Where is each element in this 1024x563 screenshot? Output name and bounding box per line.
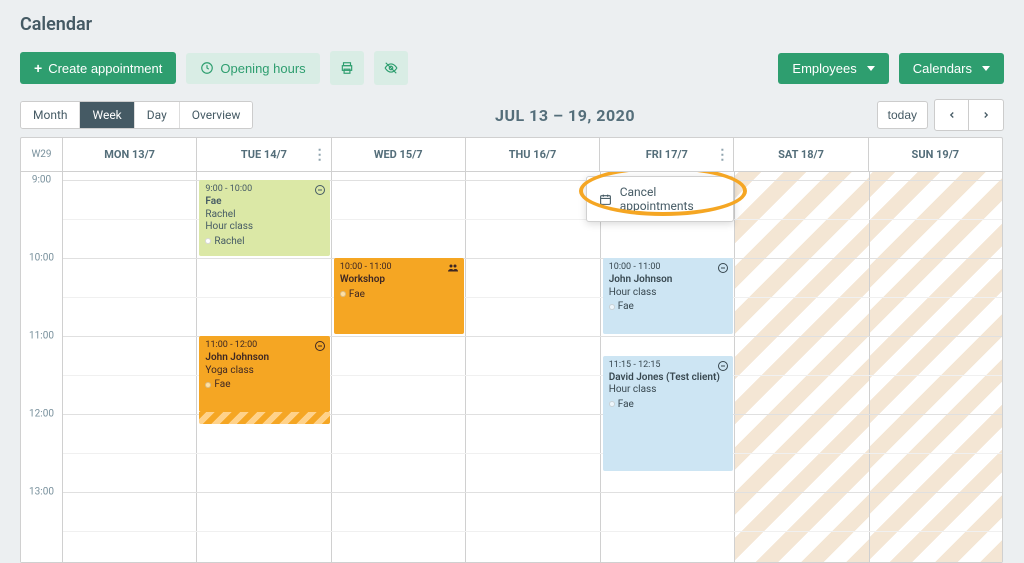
create-appointment-label: Create appointment (48, 61, 162, 76)
nav-arrows (934, 99, 1004, 131)
tab-overview[interactable]: Overview (180, 102, 253, 128)
create-appointment-button[interactable]: + Create appointment (20, 52, 176, 84)
calendar-event[interactable]: 10:00 - 11:00John JohnsonHour classFae (603, 258, 733, 334)
day-column[interactable] (332, 172, 466, 562)
remove-icon (717, 262, 729, 274)
time-label: 13:00 (21, 487, 62, 498)
event-title: Workshop (340, 274, 458, 287)
time-label: 10:00 (21, 253, 62, 264)
day-column[interactable] (870, 172, 1002, 562)
event-subtitle: Hour class (205, 221, 323, 234)
time-label: 12:00 (21, 409, 62, 420)
event-staff: Fae (609, 301, 727, 314)
remove-icon (314, 340, 326, 352)
prev-button[interactable] (935, 100, 969, 130)
event-time: 10:00 - 11:00 (340, 262, 458, 273)
event-time: 11:15 - 12:15 (609, 360, 727, 371)
chevron-down-icon (867, 66, 875, 71)
calendar-event[interactable]: 11:00 - 12:00John JohnsonYoga classFae (199, 336, 329, 412)
cancel-appointments-menu[interactable]: Cancel appointments (586, 176, 734, 222)
event-subtitle: Hour class (609, 384, 727, 397)
day-column[interactable] (63, 172, 197, 562)
employees-label: Employees (792, 61, 856, 76)
print-button[interactable] (330, 51, 364, 85)
print-icon (340, 61, 354, 75)
employees-dropdown[interactable]: Employees (778, 53, 888, 84)
day-header: WED 15/7 (332, 138, 466, 171)
calendar-icon (599, 193, 612, 206)
calendar-grid[interactable]: 9:00 - 10:00FaeRachelHour classRachel11:… (63, 172, 1002, 562)
event-staff: Fae (205, 379, 323, 392)
time-column: 9:00 10:00 11:00 12:00 13:00 (21, 172, 63, 562)
event-staff: Fae (340, 289, 458, 302)
next-button[interactable] (969, 100, 1003, 130)
remove-icon (314, 184, 326, 196)
page-title: Calendar (20, 14, 1004, 35)
event-subtitle: Hour class (609, 287, 727, 300)
tab-month[interactable]: Month (21, 102, 80, 128)
event-title: John Johnson (205, 352, 323, 365)
event-time: 11:00 - 12:00 (205, 340, 323, 351)
eye-off-icon (384, 61, 398, 75)
calendar-event[interactable]: 11:15 - 12:15David Jones (Test client)Ho… (603, 356, 733, 471)
day-column[interactable] (466, 172, 600, 562)
day-header: SUN 19/7 (869, 138, 1002, 171)
week-number: W29 (21, 138, 63, 171)
people-icon (446, 262, 460, 274)
sub-toolbar: Month Week Day Overview JUL 13 – 19, 202… (20, 99, 1004, 131)
day-header: SAT 18/7 (734, 138, 868, 171)
calendar-body: 9:0010:0011:0012:0013:00 9:00 - 10:00Fae… (21, 172, 1002, 562)
remove-icon (717, 360, 729, 372)
time-label: 9:00 (21, 175, 62, 186)
cancel-appointments-label: Cancel appointments (620, 185, 721, 213)
event-time: 10:00 - 11:00 (609, 262, 727, 273)
event-subtitle: Yoga class (205, 365, 323, 378)
event-title: David Jones (Test client) (609, 372, 727, 385)
day-header: TUE 14/7⋮ (197, 138, 331, 171)
event-title: John Johnson (609, 274, 727, 287)
visibility-button[interactable] (374, 51, 408, 85)
opening-hours-button[interactable]: Opening hours (186, 53, 319, 84)
chevron-down-icon (982, 66, 990, 71)
day-menu-icon[interactable]: ⋮ (313, 148, 327, 162)
tab-day[interactable]: Day (135, 102, 180, 128)
calendars-dropdown[interactable]: Calendars (899, 53, 1004, 84)
day-column[interactable] (735, 172, 869, 562)
clock-icon (200, 61, 214, 75)
calendar-header: W29 MON 13/7TUE 14/7⋮WED 15/7THU 16/7FRI… (21, 138, 1002, 172)
calendar-event[interactable]: 10:00 - 11:00Workshop Fae (334, 258, 464, 334)
event-time: 9:00 - 10:00 (205, 184, 323, 195)
today-button[interactable]: today (877, 101, 928, 129)
opening-hours-label: Opening hours (220, 61, 305, 76)
tab-week[interactable]: Week (80, 102, 134, 128)
calendars-label: Calendars (913, 61, 972, 76)
day-header: MON 13/7 (63, 138, 197, 171)
date-range-title: JUL 13 – 19, 2020 (253, 106, 876, 125)
event-subtitle: Rachel (205, 209, 323, 222)
toolbar: + Create appointment Opening hours Emplo… (20, 51, 1004, 85)
view-tabs: Month Week Day Overview (20, 101, 253, 129)
day-header: THU 16/7 (466, 138, 600, 171)
plus-icon: + (34, 60, 42, 76)
calendar-event[interactable]: 9:00 - 10:00FaeRachelHour classRachel (199, 180, 329, 256)
day-menu-icon[interactable]: ⋮ (715, 148, 729, 162)
day-header: FRI 17/7⋮ (600, 138, 734, 171)
calendar: W29 MON 13/7TUE 14/7⋮WED 15/7THU 16/7FRI… (20, 137, 1003, 563)
event-title: Fae (205, 196, 323, 209)
event-staff: Fae (609, 399, 727, 412)
event-staff: Rachel (205, 236, 323, 249)
time-label: 11:00 (21, 331, 62, 342)
